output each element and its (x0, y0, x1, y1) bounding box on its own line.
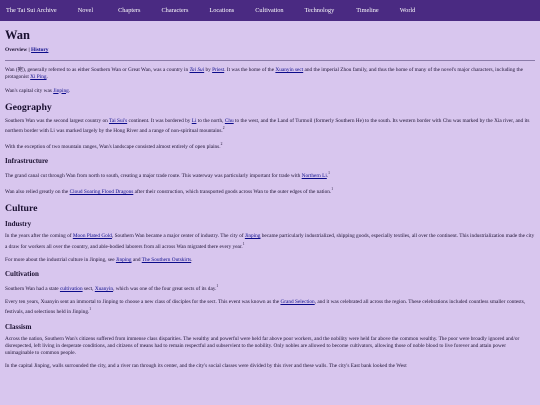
capital-paragraph: Wan's capital city was Jinping. (5, 87, 71, 94)
title-divider (5, 60, 535, 61)
nav-timeline-link[interactable]: Timeline (356, 7, 379, 14)
cultivation-paragraph-2: Every ten years, Xuanyin sent an immorta… (5, 299, 526, 316)
link-xi-ping[interactable]: Xi Ping (30, 74, 46, 80)
nav-cultivation-link[interactable]: Cultivation (255, 7, 283, 14)
link-grand-selection[interactable]: Grand Selection (280, 299, 314, 305)
cultivation-heading: Cultivation (5, 270, 39, 279)
link-southern-outskirts[interactable]: The Southern Outskirts (142, 257, 191, 263)
cultivation-paragraph-1: Southern Wan had a state cultivation sec… (5, 284, 219, 292)
link-jinping[interactable]: Jinping (245, 233, 261, 239)
link-cloud-soaring-flood-dragons[interactable]: Cloud Soaring Flood Dragons (70, 189, 134, 195)
article: Wan Overview | History Wan (宛), generall… (0, 21, 540, 371)
classism-heading: Classism (5, 322, 32, 331)
industry-heading: Industry (5, 220, 32, 229)
tab-history[interactable]: History (31, 47, 48, 53)
classism-paragraph-2: In the capital Jinping, walls surrounded… (5, 363, 407, 370)
industry-paragraph-1: In the years after the coming of Moon Pl… (5, 233, 535, 250)
nav-world-link[interactable]: World (400, 7, 416, 14)
infrastructure-heading: Infrastructure (5, 157, 49, 166)
footnote-ref[interactable]: 2 (223, 126, 225, 130)
infrastructure-paragraph-2: Wan also relied greatly on the Cloud Soa… (5, 187, 334, 196)
link-moon-plated-gold[interactable]: Moon Plated Gold (73, 233, 112, 239)
nav-chapters-link[interactable]: Chapters (118, 7, 140, 14)
page-title: Wan (5, 28, 31, 42)
geography-heading: Geography (5, 101, 52, 113)
footnote-ref[interactable]: 1 (216, 284, 218, 288)
link-jinping[interactable]: Jinping (53, 88, 69, 94)
culture-heading: Culture (5, 203, 38, 215)
tab-overview[interactable]: Overview (5, 47, 27, 53)
link-northern-li[interactable]: Northern Li (302, 173, 327, 179)
link-jinping[interactable]: Jinping (116, 257, 132, 263)
industry-paragraph-2: For more about the industrial culture in… (5, 256, 193, 263)
nav-technology-link[interactable]: Technology (305, 7, 335, 14)
top-nav: The Tai Sui Archive Novel Chapters Chara… (0, 0, 540, 21)
footnote-ref[interactable]: 1 (328, 171, 330, 175)
infrastructure-paragraph-1: The grand canal cut through Wan from nor… (5, 171, 330, 180)
link-tai-suis[interactable]: Tai Sui's (109, 118, 127, 124)
footnote-ref[interactable]: 1 (331, 187, 333, 191)
footnote-ref[interactable]: 1 (89, 307, 91, 311)
footnote-ref[interactable]: 1 (243, 242, 245, 246)
nav-characters-link[interactable]: Characters (161, 7, 188, 14)
link-xuanyin-sect[interactable]: Xuanyin sect (275, 67, 303, 73)
link-xuanyin[interactable]: Xuanyin (95, 286, 113, 292)
link-tai-sui[interactable]: Tai Sui (189, 67, 204, 73)
geography-paragraph-2: With the exception of two mountain range… (5, 142, 223, 151)
footnote-ref[interactable]: 2 (221, 142, 223, 146)
nav-novel-link[interactable]: Novel (78, 7, 93, 14)
link-cultivation[interactable]: cultivation (60, 286, 83, 292)
link-priest[interactable]: Priest (212, 67, 224, 73)
page-tabs: Overview | History (5, 47, 535, 53)
nav-home-link[interactable]: The Tai Sui Archive (6, 7, 57, 14)
geography-paragraph-1: Southern Wan was the second largest coun… (5, 117, 530, 134)
intro-paragraph: Wan (宛), generally referred to as either… (5, 67, 523, 81)
link-chu[interactable]: Chu (225, 118, 234, 124)
classism-paragraph-1: Across the nation, Southern Wan's citize… (5, 335, 520, 357)
nav-locations-link[interactable]: Locations (209, 7, 234, 14)
